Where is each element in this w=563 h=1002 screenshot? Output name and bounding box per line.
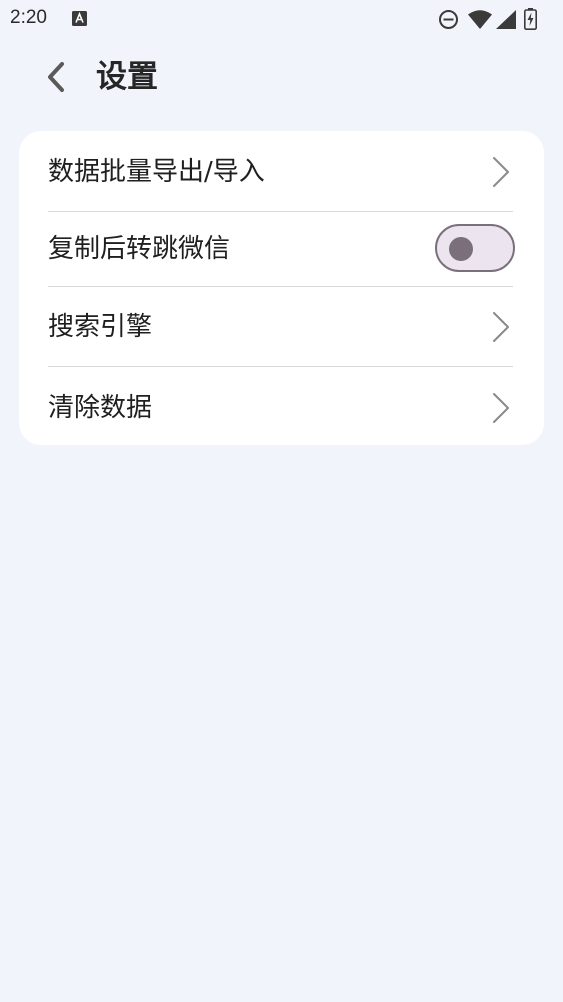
setting-label: 搜索引擎 (48, 312, 153, 342)
setting-row-search-engine[interactable]: 搜索引擎 (19, 287, 544, 366)
header: 设置 (0, 48, 563, 106)
setting-label: 数据批量导出/导入 (48, 157, 265, 187)
page-title: 设置 (96, 59, 158, 95)
chevron-right-icon (493, 157, 509, 187)
chevron-right-icon (493, 393, 509, 423)
chevron-right-icon (493, 312, 509, 342)
status-time: 2:20 (10, 7, 47, 28)
signal-icon (496, 10, 516, 29)
notification-a-icon (72, 11, 87, 26)
setting-label: 清除数据 (48, 393, 153, 423)
jump-wechat-toggle[interactable] (435, 224, 515, 272)
toggle-knob (449, 237, 473, 261)
battery-charging-icon (524, 8, 537, 30)
setting-row-export-import[interactable]: 数据批量导出/导入 (19, 131, 544, 211)
wifi-icon (468, 10, 492, 29)
setting-row-jump-wechat: 复制后转跳微信 (19, 212, 544, 287)
settings-card: 数据批量导出/导入 复制后转跳微信 搜索引擎 清除数据 (19, 131, 544, 445)
setting-label: 复制后转跳微信 (48, 234, 231, 264)
setting-row-clear-data[interactable]: 清除数据 (19, 367, 544, 445)
status-bar: 2:20 (0, 0, 563, 38)
status-icons (438, 8, 553, 30)
chevron-left-icon (48, 62, 64, 92)
do-not-disturb-icon (439, 10, 458, 29)
back-button[interactable] (36, 54, 76, 100)
